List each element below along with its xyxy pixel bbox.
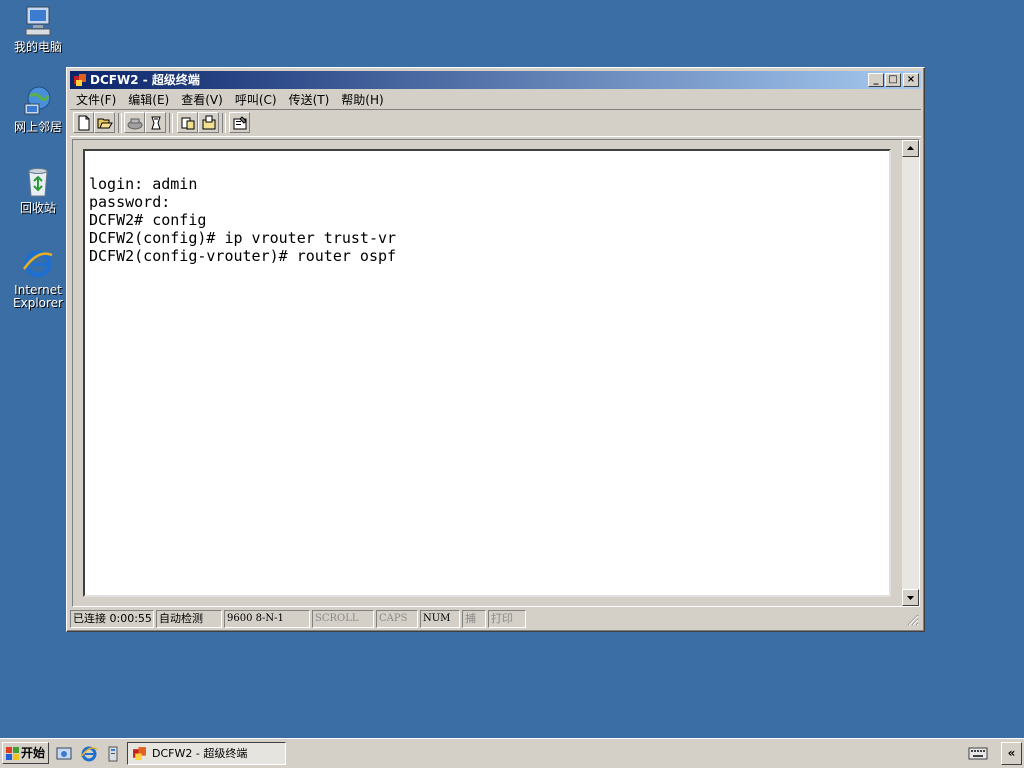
status-print: 打印: [488, 610, 526, 628]
show-desktop-icon[interactable]: [55, 745, 73, 763]
menu-call[interactable]: 呼叫(C): [229, 90, 283, 108]
network-places-icon: [21, 84, 55, 118]
properties-button[interactable]: [229, 112, 250, 133]
properties-icon: [233, 116, 247, 130]
minimize-button[interactable]: _: [868, 73, 884, 87]
resize-grip-icon[interactable]: [907, 614, 919, 626]
internet-explorer-icon: [21, 247, 55, 281]
status-port-settings: 9600 8-N-1: [224, 610, 310, 628]
recycle-bin-icon: [21, 165, 55, 199]
menu-file[interactable]: 文件(F): [70, 90, 122, 108]
status-bar: 已连接 0:00:55 自动检测 9600 8-N-1 SCROLL CAPS …: [70, 610, 921, 628]
hyperterminal-window[interactable]: DCFW2 - 超级终端 _ □ × 文件(F) 编辑(E) 查看(V) 呼叫(C) 传送(…: [66, 67, 925, 632]
desktop-icon-label: 我的电脑: [13, 40, 62, 54]
status-capture: 捕: [462, 610, 486, 628]
disconnect-icon: [127, 118, 143, 130]
arrow-down-icon: [907, 596, 914, 600]
terminal-line: DCFW2# config: [89, 211, 207, 229]
new-button[interactable]: [73, 112, 94, 133]
taskbar-task-hyperterminal[interactable]: DCFW2 - 超级终端: [127, 742, 286, 765]
server-icon[interactable]: [104, 745, 122, 763]
open-button[interactable]: [94, 112, 115, 133]
hyperterminal-icon: [74, 74, 86, 86]
menu-transfer[interactable]: 传送(T): [283, 90, 336, 108]
toolbar: [70, 109, 921, 137]
terminal-line: DCFW2(config)# ip vrouter trust-vr: [89, 229, 397, 247]
status-num: NUM: [420, 610, 460, 628]
window-titlebar[interactable]: DCFW2 - 超级终端 _ □ ×: [70, 71, 921, 89]
windows-flag-icon: [6, 747, 19, 760]
window-title: DCFW2 - 超级终端: [90, 73, 200, 87]
desktop-icon-network-places[interactable]: 网上邻居: [0, 84, 76, 134]
hyperterminal-icon: [133, 747, 146, 760]
status-connection: 已连接 0:00:55: [70, 610, 154, 628]
connect-button[interactable]: [145, 112, 166, 133]
my-computer-icon: [21, 4, 55, 38]
desktop-icon-recycle-bin[interactable]: 回收站: [0, 165, 76, 215]
vertical-scrollbar[interactable]: [902, 140, 919, 606]
desktop-icon-my-computer[interactable]: 我的电脑: [0, 4, 76, 54]
send-icon: [181, 117, 195, 130]
desktop-icon-label: Explorer: [13, 296, 63, 310]
arrow-up-icon: [907, 146, 914, 150]
terminal-line: password:: [89, 193, 171, 211]
receive-button[interactable]: [198, 112, 219, 133]
start-button[interactable]: 开始: [2, 742, 49, 764]
terminal-screen[interactable]: login: admin password: DCFW2# config DCF…: [83, 149, 891, 597]
menu-help[interactable]: 帮助(H): [335, 90, 389, 108]
keyboard-icon[interactable]: [968, 746, 988, 760]
scroll-up-button[interactable]: [902, 140, 919, 157]
menu-bar: 文件(F) 编辑(E) 查看(V) 呼叫(C) 传送(T) 帮助(H): [70, 90, 921, 108]
status-detect: 自动检测: [156, 610, 222, 628]
menu-view[interactable]: 查看(V): [175, 90, 229, 108]
desktop-icon-internet-explorer[interactable]: Internet Explorer: [0, 247, 76, 310]
internet-explorer-icon[interactable]: [80, 745, 98, 763]
terminal-line: login: admin: [89, 175, 198, 193]
close-button[interactable]: ×: [903, 73, 919, 87]
desktop-icon-label: 回收站: [19, 201, 56, 215]
status-caps: CAPS: [376, 610, 418, 628]
task-label: DCFW2 - 超级终端: [152, 747, 248, 760]
terminal-line: DCFW2(config-vrouter)# router ospf: [89, 247, 397, 265]
terminal-area[interactable]: login: admin password: DCFW2# config DCF…: [72, 139, 920, 607]
start-label: 开始: [21, 746, 46, 760]
status-scroll: SCROLL: [312, 610, 374, 628]
scroll-down-button[interactable]: [902, 589, 919, 606]
receive-icon: [202, 115, 216, 130]
send-button[interactable]: [177, 112, 198, 133]
disconnect-button[interactable]: [124, 112, 145, 133]
desktop-icon-label: 网上邻居: [13, 120, 62, 134]
open-icon: [97, 118, 113, 129]
tray-expand-button[interactable]: «: [1001, 742, 1022, 765]
connect-icon: [151, 116, 161, 130]
taskbar: 开始 DCFW2 - 超级终端 «: [0, 738, 1024, 768]
menu-edit[interactable]: 编辑(E): [122, 90, 175, 108]
maximize-button[interactable]: □: [885, 73, 901, 87]
new-icon: [78, 115, 90, 131]
terminal-output: login: admin password: DCFW2# config DCF…: [89, 175, 396, 265]
